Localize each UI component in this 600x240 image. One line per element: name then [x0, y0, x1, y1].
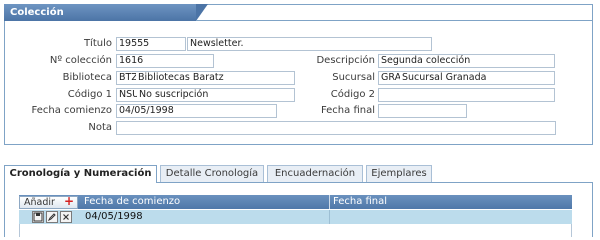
panel-title: Colección	[4, 4, 208, 21]
column-header-fecha-final[interactable]: Fecha final	[330, 195, 570, 209]
codigo1-label: Código 1	[67, 89, 112, 100]
sucursal-field[interactable]: Sucursal Granada	[400, 71, 555, 85]
delete-icon[interactable]	[60, 211, 72, 223]
table-row[interactable]: 04/05/1998	[19, 210, 572, 224]
codigo2-label: Código 2	[330, 89, 375, 100]
fecha-comienzo-label: Fecha comienzo	[31, 105, 113, 116]
tab-cronologia-numeracion[interactable]: Cronología y Numeración	[4, 165, 157, 183]
fecha-final-label: Fecha final	[320, 105, 375, 116]
titulo-field[interactable]: Newsletter.	[187, 37, 432, 51]
row-divider	[329, 210, 330, 224]
add-button-label: Añadir	[24, 197, 55, 208]
tab-encuadernacion[interactable]: Encuadernación	[267, 165, 363, 182]
edit-icon[interactable]	[46, 211, 58, 223]
nota-label: Nota	[88, 122, 112, 133]
biblioteca-field[interactable]: Bibliotecas Baratz	[136, 71, 295, 85]
biblioteca-code-field[interactable]: BTZ	[116, 71, 136, 85]
panel-header-rule	[196, 20, 593, 21]
descripcion-field[interactable]: Segunda colección	[378, 54, 555, 68]
fecha-final-field[interactable]	[378, 104, 467, 118]
plus-icon: +	[63, 194, 74, 208]
column-header-fecha-comienzo[interactable]: Fecha de comienzo	[81, 195, 329, 209]
numero-coleccion-label: Nº colección	[49, 55, 112, 66]
tab-detalle-cronologia[interactable]: Detalle Cronología	[160, 165, 264, 182]
sucursal-code-field[interactable]: GRA	[378, 71, 400, 85]
tab-ejemplares[interactable]: Ejemplares	[366, 165, 432, 182]
save-icon[interactable]	[32, 211, 44, 223]
codigo1-code-field[interactable]: NSU	[116, 88, 137, 102]
grid-header: Fecha de comienzo Fecha final	[19, 195, 572, 209]
grid-body	[19, 224, 572, 237]
numero-coleccion-field[interactable]: 1616	[116, 54, 214, 68]
codigo2-field[interactable]	[378, 88, 555, 102]
sucursal-label: Sucursal	[332, 72, 375, 83]
titulo-code-field[interactable]: 19555	[116, 37, 186, 51]
descripcion-label: Descripción	[316, 55, 375, 66]
add-button[interactable]: Añadir +	[19, 194, 78, 209]
biblioteca-label: Biblioteca	[62, 72, 112, 83]
codigo1-field[interactable]: No suscripción	[137, 88, 295, 102]
cell-fecha-comienzo: 04/05/1998	[85, 211, 143, 222]
titulo-label: Título	[83, 38, 112, 49]
fecha-comienzo-field[interactable]: 04/05/1998	[116, 104, 277, 118]
nota-field[interactable]	[116, 121, 556, 135]
